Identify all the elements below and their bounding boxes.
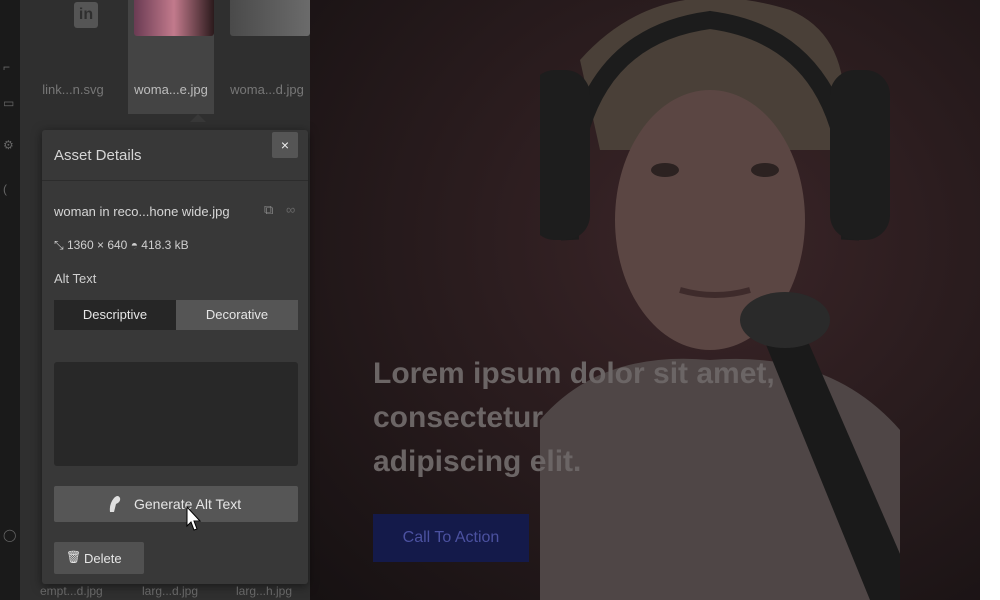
alt-text-label: Alt Text [54,271,97,286]
linkedin-icon: in [74,2,98,28]
asset-thumbnail[interactable]: woma...d.jpg [224,0,310,114]
bottom-thumbnail-captions: empt...d.jpg larg...d.jpg larg...h.jpg [20,584,310,600]
thumbnail-caption: link...n.svg [42,82,104,97]
asset-filename: woman in reco...hone wide.jpg [54,204,230,219]
descriptive-option[interactable]: Descriptive [54,300,176,330]
folder-icon[interactable]: ▭ [3,96,17,110]
mouse-cursor-icon [186,506,202,531]
bracket-icon[interactable]: ( [3,182,17,196]
circle-icon[interactable]: ◯ [3,528,17,542]
thumbnail-image [230,0,310,36]
decorative-option[interactable]: Decorative [176,300,298,330]
external-link-icon[interactable]: ⧉ [264,202,273,218]
hero-heading-line: adipiscing elit. [373,445,582,478]
asset-meta: ⤡ 1360 × 640 ◓ 418.3 kB [54,238,189,253]
thumbnail-caption: woma...e.jpg [134,82,208,97]
thumbnail-image [134,0,214,36]
asset-details-popup: Asset Details × woman in reco...hone wid… [42,130,308,584]
alt-text-input[interactable] [54,362,298,466]
link-icon[interactable]: ∞ [286,202,295,217]
hero-section: Lorem ipsum dolor sit amet, consectetur … [310,0,980,600]
hero-heading: Lorem ipsum dolor sit amet, consectetur … [373,352,775,484]
thumbnail-caption: woma...d.jpg [230,82,304,97]
asset-thumbnail[interactable]: in link...n.svg [30,0,116,114]
tool-icon[interactable]: ⌐ [3,60,17,74]
divider [42,180,308,181]
alt-mode-toggle: Descriptive Decorative [54,300,298,330]
ai-wand-icon [109,496,121,512]
popup-caret [190,114,206,122]
resize-icon: ⤡ [54,238,64,252]
gauge-icon: ◓ [130,238,138,252]
close-icon[interactable]: × [272,132,298,158]
call-to-action-button[interactable]: Call To Action [373,514,529,562]
thumbnail-caption[interactable]: larg...d.jpg [142,584,198,598]
asset-file-size: 418.3 kB [141,238,189,252]
asset-dimensions: 1360 × 640 [66,238,128,252]
delete-label: Delete [84,551,122,566]
gear-icon[interactable]: ⚙ [3,138,17,152]
thumbnail-caption[interactable]: larg...h.jpg [236,584,292,598]
left-toolbar: ⌐ ▭ ⚙ ( ◯ [0,0,20,600]
hero-heading-line: consectetur [373,401,544,434]
hero-image [540,0,900,600]
asset-thumbnail-selected[interactable]: woma...e.jpg [128,0,214,114]
popup-title: Asset Details [54,147,142,164]
delete-button[interactable]: 🗑 Delete [54,542,144,574]
trash-icon: 🗑 [66,550,82,564]
generate-alt-text-button[interactable]: Generate Alt Text [54,486,298,522]
thumbnail-caption[interactable]: empt...d.jpg [40,584,103,598]
hero-heading-line: Lorem ipsum dolor sit amet, [373,357,775,390]
